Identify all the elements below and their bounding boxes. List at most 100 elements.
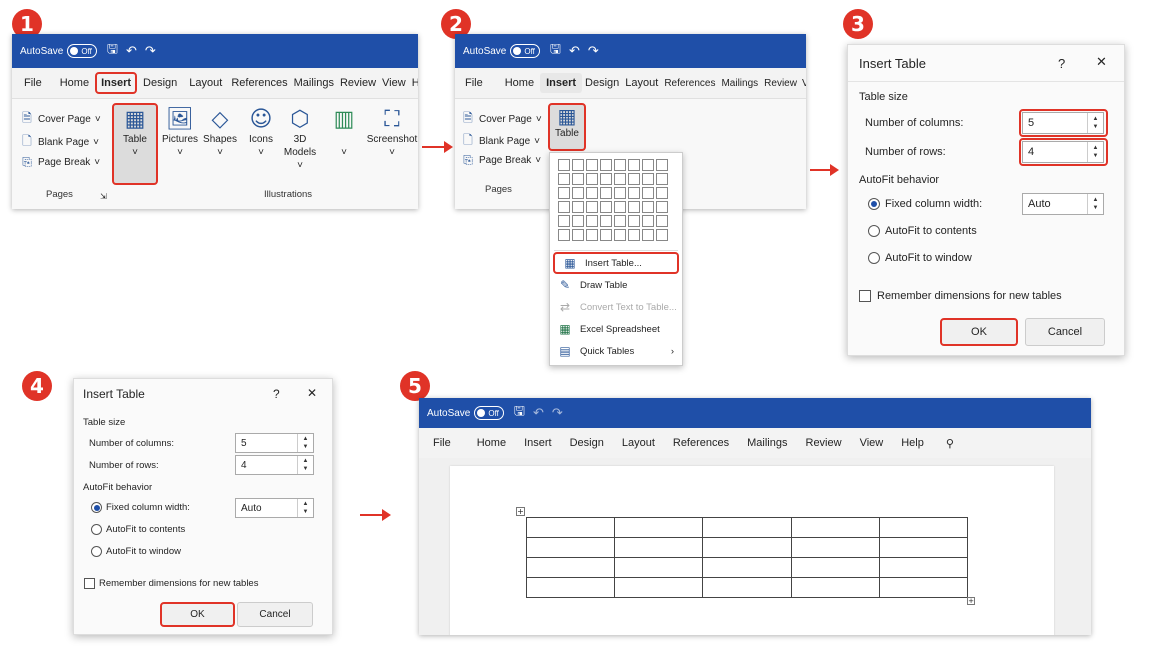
tab-mailings[interactable]: Mailings [741, 433, 793, 453]
tab-references[interactable]: References [228, 73, 290, 93]
icons-button[interactable]: ☺ Icons ˅ [244, 107, 278, 159]
grid-picker-cell[interactable] [586, 187, 598, 199]
autosave-toggle[interactable]: Off [67, 44, 97, 58]
grid-picker-cell[interactable] [656, 173, 668, 185]
grid-picker-cell[interactable] [572, 187, 584, 199]
grid-picker-cell[interactable] [586, 229, 598, 241]
table-resize-handle-icon[interactable]: + [967, 597, 975, 605]
ok-button[interactable]: OK [160, 602, 235, 627]
tab-home[interactable]: Home [54, 73, 95, 93]
grid-picker-cell[interactable] [572, 215, 584, 227]
blank-page-button[interactable]: 🗋 Blank Page ˅ [20, 132, 99, 153]
pages-launcher-icon[interactable]: ⇲ [100, 192, 107, 201]
table-cell[interactable] [878, 577, 968, 598]
grid-picker-cell[interactable] [586, 173, 598, 185]
tab-layout[interactable]: Layout [622, 73, 661, 93]
table-cell[interactable] [526, 577, 616, 598]
grid-picker-cell[interactable] [558, 229, 570, 241]
grid-picker-cell[interactable] [600, 229, 612, 241]
tab-layout[interactable]: Layout [616, 433, 661, 453]
tab-design[interactable]: Design [137, 73, 183, 93]
shapes-button[interactable]: ◇ Shapes ˅ [202, 107, 238, 159]
tab-references[interactable]: References [661, 74, 718, 93]
fixed-width-radio[interactable] [91, 502, 102, 513]
tab-review[interactable]: Review [337, 73, 379, 93]
lightbulb-icon[interactable]: ⚲ [940, 433, 960, 454]
draw-table-menu-item[interactable]: ✎ Draw Table [550, 274, 682, 296]
cancel-button[interactable]: Cancel [1025, 318, 1105, 346]
grid-picker-cell[interactable] [572, 229, 584, 241]
tab-file[interactable]: File [459, 73, 489, 93]
undo-icon[interactable]: ↶ [126, 44, 137, 59]
grid-picker-cell[interactable] [614, 159, 626, 171]
table-cell[interactable] [790, 557, 880, 578]
tab-review[interactable]: Review [800, 433, 848, 453]
page-break-button[interactable]: ⎘ Page Break ˅ [20, 155, 100, 170]
grid-picker-cell[interactable] [600, 173, 612, 185]
table-cell[interactable] [790, 577, 880, 598]
grid-picker-cell[interactable] [656, 229, 668, 241]
table-cell[interactable] [614, 517, 704, 538]
screenshot-button[interactable]: ⛶ Screenshot ˅ [367, 107, 418, 159]
tab-references[interactable]: References [667, 433, 735, 453]
grid-picker-cell[interactable] [642, 173, 654, 185]
excel-spreadsheet-menu-item[interactable]: ▦ Excel Spreadsheet [550, 318, 682, 340]
table-cell[interactable] [702, 537, 792, 558]
grid-picker-cell[interactable] [642, 201, 654, 213]
table-cell[interactable] [702, 517, 792, 538]
page-break-button[interactable]: ⎘ Page Break ˅ [461, 153, 541, 168]
table-cell[interactable] [526, 537, 616, 558]
grid-picker-cell[interactable] [586, 159, 598, 171]
grid-picker-cell[interactable] [614, 215, 626, 227]
grid-picker-cell[interactable] [600, 159, 612, 171]
undo-icon[interactable]: ↶ [569, 44, 580, 59]
table-button[interactable]: ▦ Table ˅ [116, 107, 154, 159]
tab-help[interactable]: Help [895, 433, 930, 453]
autofit-window-radio[interactable] [91, 546, 102, 557]
grid-picker-cell[interactable] [600, 201, 612, 213]
cover-page-button[interactable]: 🗎 Cover Page ˅ [461, 109, 541, 130]
pictures-button[interactable]: 🖼 Pictures ˅ [162, 107, 198, 159]
tab-view[interactable]: View [854, 433, 890, 453]
table-cell[interactable] [526, 557, 616, 578]
quick-tables-menu-item[interactable]: ▤ Quick Tables › [550, 340, 682, 362]
cancel-button[interactable]: Cancel [237, 602, 313, 627]
grid-picker-cell[interactable] [642, 215, 654, 227]
grid-picker-cell[interactable] [572, 201, 584, 213]
table-cell[interactable] [878, 517, 968, 538]
grid-picker-cell[interactable] [614, 201, 626, 213]
table-cell[interactable] [614, 537, 704, 558]
table-cell[interactable] [878, 537, 968, 558]
tab-design[interactable]: Design [582, 73, 622, 93]
rows-spinner[interactable]: 4 ▲ ▼ [235, 455, 314, 475]
tab-mailings[interactable]: Mailings [291, 73, 337, 93]
table-cell[interactable] [702, 557, 792, 578]
grid-picker-cell[interactable] [586, 201, 598, 213]
save-icon[interactable]: 🖫 [550, 40, 561, 62]
table-button[interactable]: ▦ Table [550, 105, 584, 140]
grid-picker-cell[interactable] [600, 187, 612, 199]
grid-picker-cell[interactable] [628, 187, 640, 199]
grid-picker-cell[interactable] [628, 159, 640, 171]
blank-page-button[interactable]: 🗋 Blank Page ˅ [461, 131, 540, 152]
grid-picker-cell[interactable] [572, 173, 584, 185]
grid-picker-cell[interactable] [614, 173, 626, 185]
grid-picker-cell[interactable] [558, 187, 570, 199]
grid-picker-cell[interactable] [558, 201, 570, 213]
tab-view[interactable]: View [800, 74, 806, 93]
fixed-width-spinner[interactable]: Auto ▲ ▼ [1022, 193, 1104, 215]
help-icon[interactable]: ? [1058, 56, 1065, 71]
tab-file[interactable]: File [427, 433, 457, 453]
grid-picker-cell[interactable] [656, 187, 668, 199]
fixed-width-spinner[interactable]: Auto ▲ ▼ [235, 498, 314, 518]
grid-picker-cell[interactable] [642, 187, 654, 199]
grid-picker-cell[interactable] [628, 201, 640, 213]
ok-button[interactable]: OK [940, 318, 1018, 346]
tab-insert[interactable]: Insert [95, 72, 138, 94]
close-icon[interactable]: ✕ [307, 386, 317, 400]
tab-mailings[interactable]: Mailings [718, 74, 761, 93]
autosave-toggle[interactable]: Off [510, 44, 540, 58]
tab-home[interactable]: Home [499, 73, 540, 93]
grid-picker-cell[interactable] [628, 215, 640, 227]
remember-checkbox[interactable] [859, 290, 871, 302]
